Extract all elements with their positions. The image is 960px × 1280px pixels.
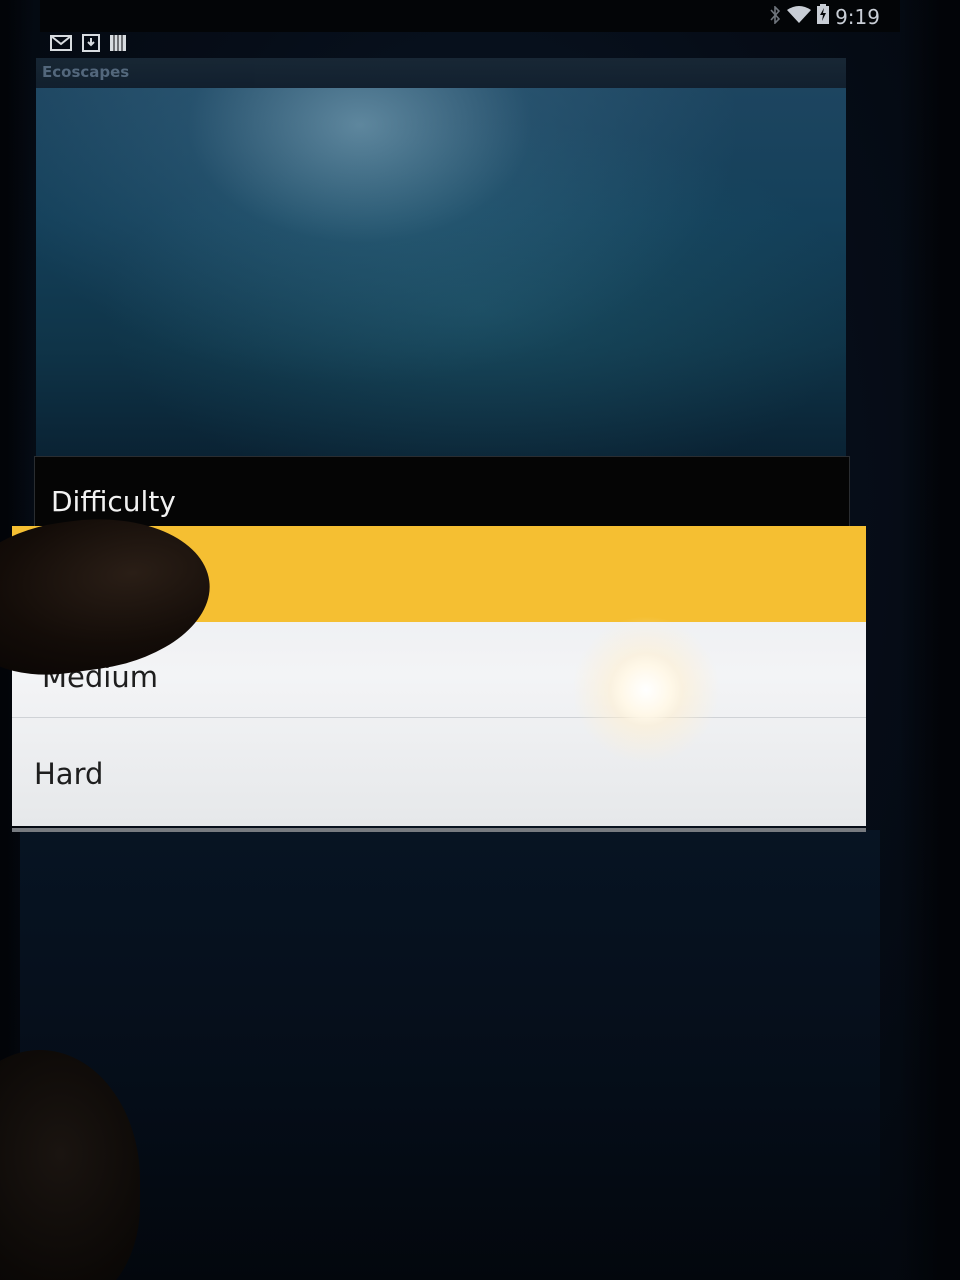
ocean-background: [36, 88, 846, 458]
option-hard[interactable]: Hard: [12, 719, 866, 823]
option-label: Hard: [34, 757, 104, 791]
action-bar: Ecoscapes: [36, 58, 846, 88]
gmail-icon: [50, 35, 72, 51]
screen-glare: [566, 610, 726, 770]
storage-icon: [110, 34, 126, 52]
status-bar: 9:19: [40, 0, 900, 32]
download-icon: [82, 34, 100, 52]
app-title: Ecoscapes: [42, 63, 130, 81]
clock: 9:19: [835, 4, 880, 29]
device-bezel-right: [900, 0, 960, 1280]
bluetooth-icon: [769, 4, 781, 29]
wifi-icon: [787, 5, 812, 29]
dialog-title: Difficulty: [51, 485, 176, 518]
status-icons: 9:19: [769, 4, 880, 29]
notification-icons: [50, 34, 126, 52]
dialog-header: Difficulty: [34, 456, 850, 530]
battery-charging-icon: [817, 4, 830, 29]
device-photo: 9:19 Ecoscapes Difficulty Medium Hard: [0, 0, 960, 1280]
ocean-background-lower: [20, 830, 880, 1280]
